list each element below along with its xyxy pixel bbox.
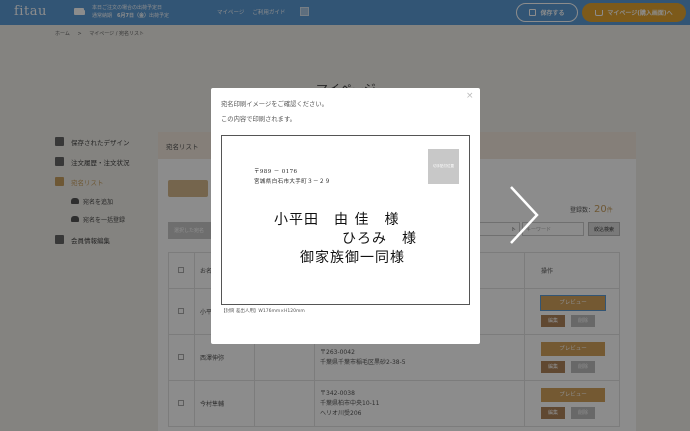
modal-message-1: 宛名印刷イメージをご確認ください。 [221, 101, 328, 108]
modal-message-2: この内容で印刷されます。 [221, 116, 296, 123]
sender-zip: 〒989 － 0176 [254, 169, 298, 175]
close-icon[interactable]: × [466, 91, 474, 101]
recipient-name-2: ひろみ 様 [342, 231, 417, 247]
envelope-size-note: 【封筒 差出人用】W176mm×H120mm [221, 309, 305, 314]
recipient-name-3: 御家族御一同様 [300, 250, 405, 266]
stamp-area: 切手貼付位置 [428, 149, 459, 184]
sender-address: 宮城県白石市大手町３－２９ [254, 179, 331, 185]
next-arrow-icon[interactable] [507, 185, 541, 245]
preview-modal: × 宛名印刷イメージをご確認ください。 この内容で印刷されます。 切手貼付位置 … [211, 88, 480, 344]
envelope-preview: 切手貼付位置 〒989 － 0176 宮城県白石市大手町３－２９ 小平田 由 佳… [221, 135, 470, 305]
recipient-name-1: 小平田 由 佳 様 [274, 212, 400, 228]
